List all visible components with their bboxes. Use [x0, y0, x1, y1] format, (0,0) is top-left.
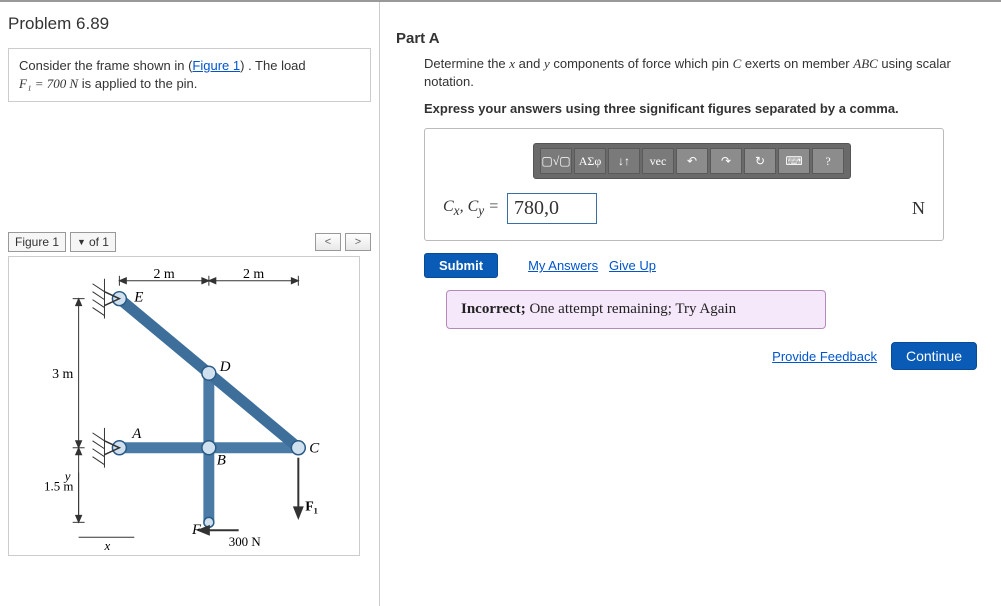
- figure-select[interactable]: Figure 1: [8, 232, 66, 252]
- feedback-pre: Incorrect;: [461, 301, 529, 317]
- part-a-instruct: Express your answers using three signifi…: [424, 101, 985, 116]
- pt-C: C: [309, 441, 320, 457]
- answer-input[interactable]: [507, 193, 597, 224]
- dim-3m: 3 m: [52, 368, 73, 383]
- my-answers-link[interactable]: My Answers: [528, 258, 598, 273]
- feedback-message: Incorrect; One attempt remaining; Try Ag…: [446, 290, 826, 329]
- figure-of-select[interactable]: ▼of 1: [70, 232, 116, 252]
- vec-button[interactable]: vec: [642, 148, 674, 174]
- dim-2m-left: 2 m: [153, 267, 174, 282]
- undo-button[interactable]: ↶: [676, 148, 708, 174]
- load-label: F₁ = 700 N: [19, 76, 78, 91]
- answer-label: Cx, Cy =: [443, 198, 499, 219]
- redo-button[interactable]: ↷: [710, 148, 742, 174]
- subsup-button[interactable]: ↓↑: [608, 148, 640, 174]
- figure-link[interactable]: Figure 1: [192, 58, 240, 73]
- figure-box: 2 m 2 m 3 m 1.5 m: [8, 256, 360, 556]
- reset-button[interactable]: ↻: [744, 148, 776, 174]
- figure-svg: 2 m 2 m 3 m 1.5 m: [15, 263, 353, 553]
- problem-prompt: Consider the frame shown in (Figure 1) .…: [8, 48, 371, 102]
- figure-prev-button[interactable]: <: [315, 233, 341, 251]
- force-F1: F₁: [305, 500, 318, 515]
- load-tail: is applied to the pin.: [78, 76, 197, 91]
- submit-button[interactable]: Submit: [424, 253, 498, 278]
- part-a-desc: Determine the x and y components of forc…: [424, 55, 985, 91]
- figure-next-button[interactable]: >: [345, 233, 371, 251]
- force-300N: 300 N: [229, 535, 262, 550]
- pt-F: F: [191, 523, 202, 539]
- figure-of-text: of 1: [89, 235, 109, 249]
- keyboard-button[interactable]: ⌨: [778, 148, 810, 174]
- prompt-text-post: ) . The load: [240, 58, 306, 73]
- provide-feedback-link[interactable]: Provide Feedback: [772, 349, 877, 364]
- feedback-main: One attempt remaining; Try Again: [529, 301, 736, 317]
- dim-2m-right: 2 m: [243, 267, 264, 282]
- pt-D: D: [219, 360, 231, 376]
- problem-title: Problem 6.89: [8, 14, 371, 34]
- answer-box: ▢√▢ ΑΣφ ↓↑ vec ↶ ↷ ↻ ⌨ ? Cx, Cy = N: [424, 128, 944, 241]
- axis-x: x: [103, 539, 110, 554]
- give-up-link[interactable]: Give Up: [609, 258, 656, 273]
- templates-button[interactable]: ▢√▢: [540, 148, 572, 174]
- pt-B: B: [217, 453, 226, 469]
- pt-E: E: [133, 290, 143, 306]
- axis-y: y: [63, 469, 71, 484]
- part-a-title: Part A: [396, 30, 985, 47]
- help-button[interactable]: ?: [812, 148, 844, 174]
- prompt-text: Consider the frame shown in (: [19, 58, 192, 73]
- figure-nav-bar: Figure 1 ▼of 1 < >: [8, 232, 371, 252]
- equation-toolbar: ▢√▢ ΑΣφ ↓↑ vec ↶ ↷ ↻ ⌨ ?: [533, 143, 851, 179]
- continue-button[interactable]: Continue: [891, 342, 977, 370]
- answer-unit: N: [912, 198, 925, 219]
- greek-button[interactable]: ΑΣφ: [574, 148, 606, 174]
- pt-A: A: [131, 426, 142, 442]
